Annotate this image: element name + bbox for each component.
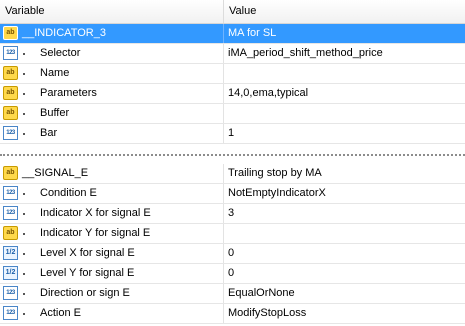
variable-cell[interactable]: 1/2 Level Y for signal E <box>0 264 224 283</box>
variable-cell[interactable]: ab Parameters <box>0 84 224 103</box>
integer-icon: 123 <box>3 186 18 200</box>
parameter-row[interactable]: ab Indicator Y for signal E <box>0 224 465 244</box>
double-icon: 1/2 <box>3 266 18 280</box>
parameter-row[interactable]: 123 Condition E NotEmptyIndicatorX <box>0 184 465 204</box>
parameter-row[interactable]: 123 Action E ModifyStopLoss <box>0 304 465 324</box>
integer-icon: 123 <box>3 46 18 60</box>
value-cell[interactable]: 1 <box>224 124 465 143</box>
child-marker-icon <box>23 93 25 95</box>
variable-cell[interactable]: ab Buffer <box>0 104 224 123</box>
parameter-row[interactable]: ab Buffer <box>0 104 465 124</box>
value-cell[interactable] <box>224 224 465 243</box>
variable-cell[interactable]: 123 Action E <box>0 304 224 323</box>
child-marker-icon <box>23 233 25 235</box>
parameter-row[interactable]: 1/2 Level Y for signal E 0 <box>0 264 465 284</box>
parameter-row[interactable]: ab __INDICATOR_3 MA for SL <box>0 24 465 44</box>
variable-cell[interactable]: 123 Selector <box>0 44 224 63</box>
value-cell[interactable] <box>224 104 465 123</box>
variable-cell[interactable]: 123 Bar <box>0 124 224 143</box>
parameter-row[interactable]: ab Name <box>0 64 465 84</box>
section-divider <box>0 154 465 158</box>
parameter-row[interactable]: 123 Selector iMA_period_shift_method_price <box>0 44 465 64</box>
variable-name: Condition E <box>40 187 97 199</box>
variable-name: Action E <box>40 307 81 319</box>
variable-name: __SIGNAL_E <box>22 167 89 179</box>
variable-cell[interactable]: 1/2 Level X for signal E <box>0 244 224 263</box>
integer-icon: 123 <box>3 306 18 320</box>
child-marker-icon <box>23 313 25 315</box>
child-marker-icon <box>23 213 25 215</box>
parameter-row[interactable]: 1/2 Level X for signal E 0 <box>0 244 465 264</box>
variable-cell[interactable]: 123 Indicator X for signal E <box>0 204 224 223</box>
child-marker-icon <box>23 193 25 195</box>
variable-cell[interactable]: ab Name <box>0 64 224 83</box>
variable-name: Bar <box>40 127 58 139</box>
variable-name: Indicator Y for signal E <box>40 227 151 239</box>
column-header-variable[interactable]: Variable <box>0 0 224 23</box>
value-cell[interactable]: Trailing stop by MA <box>224 164 465 183</box>
child-marker-icon <box>23 53 25 55</box>
value-cell[interactable]: NotEmptyIndicatorX <box>224 184 465 203</box>
variable-cell[interactable]: 123 Condition E <box>0 184 224 203</box>
variable-cell[interactable]: ab __SIGNAL_E <box>0 164 224 183</box>
parameter-row[interactable]: 123 Indicator X for signal E 3 <box>0 204 465 224</box>
value-cell[interactable]: iMA_period_shift_method_price <box>224 44 465 63</box>
value-cell[interactable]: 0 <box>224 264 465 283</box>
child-marker-icon <box>23 73 25 75</box>
parameter-row[interactable]: 123 Direction or sign E EqualOrNone <box>0 284 465 304</box>
column-header-value[interactable]: Value <box>224 0 465 23</box>
value-cell[interactable]: 0 <box>224 244 465 263</box>
string-icon: ab <box>3 66 18 80</box>
child-marker-icon <box>23 133 25 135</box>
integer-icon: 123 <box>3 206 18 220</box>
variable-name: Selector <box>40 47 81 59</box>
variable-cell[interactable]: ab __INDICATOR_3 <box>0 24 224 43</box>
integer-icon: 123 <box>3 286 18 300</box>
integer-icon: 123 <box>3 126 18 140</box>
grid-header: Variable Value <box>0 0 465 24</box>
variable-name: Level Y for signal E <box>40 267 135 279</box>
variable-name: Buffer <box>40 107 70 119</box>
value-cell[interactable]: MA for SL <box>224 24 465 43</box>
value-cell[interactable]: 3 <box>224 204 465 223</box>
parameter-row[interactable]: 123 Bar 1 <box>0 124 465 144</box>
variable-cell[interactable]: ab Indicator Y for signal E <box>0 224 224 243</box>
variable-name: Parameters <box>40 87 97 99</box>
variable-name: Direction or sign E <box>40 287 130 299</box>
string-icon: ab <box>3 106 18 120</box>
double-icon: 1/2 <box>3 246 18 260</box>
parameter-row[interactable]: ab Parameters 14,0,ema,typical <box>0 84 465 104</box>
value-cell[interactable]: EqualOrNone <box>224 284 465 303</box>
child-marker-icon <box>23 253 25 255</box>
child-marker-icon <box>23 293 25 295</box>
parameter-row[interactable]: ab __SIGNAL_E Trailing stop by MA <box>0 164 465 184</box>
string-icon: ab <box>3 86 18 100</box>
child-marker-icon <box>23 113 25 115</box>
variable-name: __INDICATOR_3 <box>22 27 106 39</box>
child-marker-icon <box>23 273 25 275</box>
string-icon: ab <box>3 26 18 40</box>
value-cell[interactable]: ModifyStopLoss <box>224 304 465 323</box>
string-icon: ab <box>3 226 18 240</box>
variable-cell[interactable]: 123 Direction or sign E <box>0 284 224 303</box>
value-cell[interactable]: 14,0,ema,typical <box>224 84 465 103</box>
value-cell[interactable] <box>224 64 465 83</box>
variable-name: Indicator X for signal E <box>40 207 151 219</box>
variable-name: Level X for signal E <box>40 247 135 259</box>
variable-name: Name <box>40 67 70 79</box>
string-icon: ab <box>3 166 18 180</box>
